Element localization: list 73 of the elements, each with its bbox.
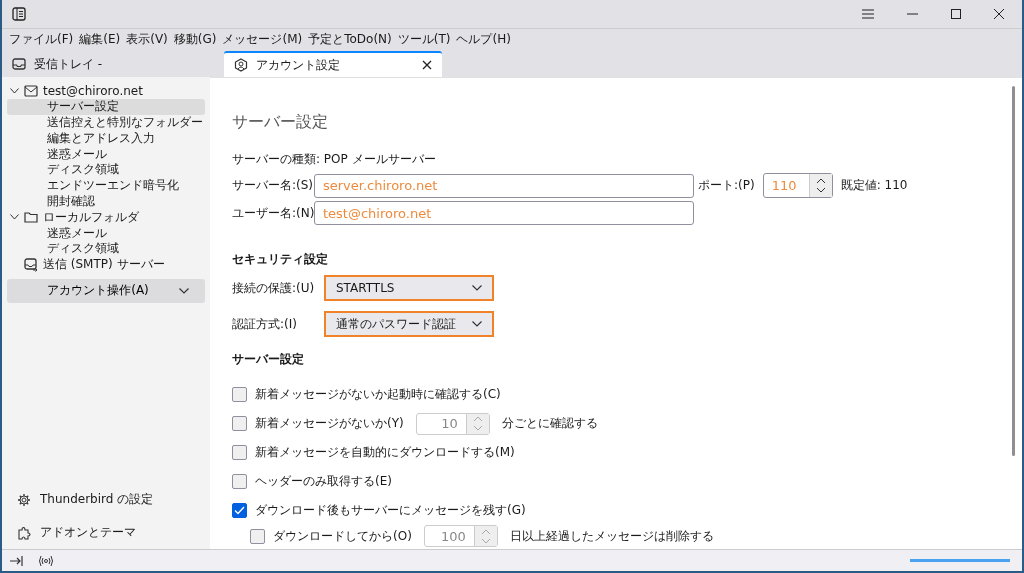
menu-item[interactable]: ファイル(F) — [6, 30, 77, 48]
checkbox-label: ダウンロード後もサーバーにメッセージを残す(G) — [255, 502, 526, 519]
menu-item[interactable]: 移動(G) — [170, 30, 220, 48]
default-value-text: 既定値: 110 — [840, 177, 908, 194]
field-label: 接続の保護:(U) — [232, 279, 316, 297]
tree-item[interactable]: test@chiroro.net — [7, 83, 205, 99]
maximize-icon[interactable] — [951, 9, 961, 19]
sidebar-icon[interactable] — [12, 7, 26, 21]
tree-item[interactable]: 迷惑メール — [7, 225, 205, 241]
checkbox[interactable] — [232, 416, 247, 431]
tree-item[interactable]: 送信控えと特別なフォルダー — [7, 114, 205, 131]
checkbox[interactable] — [232, 387, 247, 402]
mail-icon — [24, 84, 38, 97]
section-heading: セキュリティ設定 — [232, 251, 329, 268]
checkbox-suffix: 日以上経過したメッセージは削除する — [509, 527, 714, 545]
menu-item[interactable]: 予定とToDo(N) — [305, 30, 395, 48]
checkbox[interactable] — [232, 474, 247, 489]
close-icon[interactable] — [422, 60, 432, 70]
chevron-down-icon — [472, 285, 482, 291]
sidebar-link[interactable]: Thunderbird の設定 — [40, 491, 154, 508]
section-heading: サーバー設定 — [232, 351, 305, 368]
checkbox[interactable] — [232, 445, 247, 460]
chevron-down-icon — [472, 321, 482, 327]
tree-item[interactable]: 開封確認 — [7, 193, 205, 210]
chevron-down-icon[interactable] — [10, 214, 19, 221]
checkbox-label: 新着メッセージを自動的にダウンロードする(M) — [255, 444, 515, 461]
tree-item[interactable]: 送信 (SMTP) サーバー — [7, 256, 205, 273]
sidebar-link[interactable]: アドオンとテーマ — [40, 524, 136, 541]
tree-item[interactable]: ディスク領域 — [7, 240, 205, 257]
menu-item[interactable]: ヘルプ(H) — [453, 30, 514, 48]
checkbox-label: 新着メッセージがないか(Y) — [255, 415, 404, 432]
tree-item[interactable]: ディスク領域 — [7, 162, 205, 178]
chevron-down-icon — [178, 287, 189, 294]
number-spinner[interactable]: 100 — [423, 525, 498, 547]
checkbox[interactable] — [250, 528, 265, 544]
field-label: サーバー名:(S) — [232, 177, 314, 194]
menu-item[interactable]: ツール(T) — [394, 30, 454, 48]
field-label: 認証方式:(I) — [232, 315, 298, 333]
tree-item[interactable]: 編集とアドレス入力 — [7, 130, 205, 147]
close-icon[interactable] — [994, 9, 1004, 19]
field-label: ユーザー名:(N) — [232, 204, 314, 222]
checkbox[interactable] — [232, 503, 247, 518]
outbox-icon — [24, 257, 38, 272]
menu-item[interactable]: メッセージ(M) — [219, 30, 306, 48]
inbox-icon — [12, 57, 26, 71]
tab[interactable]: 受信トレイ - — [2, 51, 220, 77]
tree-item[interactable]: 迷惑メール — [7, 146, 205, 162]
page-title: サーバー設定 — [232, 112, 329, 133]
dropdown[interactable]: 通常のパスワード認証 — [324, 311, 494, 337]
checkbox-label: 新着メッセージがないか起動時に確認する(C) — [255, 386, 501, 403]
number-spinner[interactable]: 10 — [415, 412, 490, 435]
account-icon — [234, 58, 248, 72]
checkbox-label: ダウンロードしてから(O) — [273, 527, 412, 545]
scrollbar-thumb[interactable] — [1012, 86, 1015, 456]
tree-item[interactable]: エンドツーエンド暗号化 — [7, 177, 205, 194]
account-actions-button[interactable]: アカウント操作(A) — [7, 278, 205, 303]
folder-icon — [24, 211, 38, 224]
tree-item[interactable]: ローカルフォルダ — [7, 209, 205, 226]
chevron-down-icon[interactable] — [10, 87, 19, 94]
checkbox-label: ヘッダーのみ取得する(E) — [255, 473, 392, 490]
collapse-icon[interactable] — [10, 555, 24, 566]
tab[interactable]: アカウント設定 — [224, 51, 442, 77]
menu-item[interactable]: 表示(V) — [123, 30, 171, 48]
field-label: ポート:(P) — [698, 177, 755, 194]
signal-icon[interactable] — [38, 554, 54, 567]
checkbox-suffix: 分ごとに確認する — [501, 415, 598, 432]
puzzle-icon[interactable] — [17, 525, 31, 540]
menu-item[interactable]: 編集(E) — [76, 30, 124, 48]
menu-icon[interactable] — [862, 9, 874, 19]
dropdown[interactable]: STARTTLS — [324, 275, 494, 301]
tree-item[interactable]: サーバー設定 — [7, 98, 205, 115]
server-type-text: サーバーの種類: POP メールサーバー — [232, 151, 437, 168]
settings-icon[interactable] — [17, 492, 31, 507]
